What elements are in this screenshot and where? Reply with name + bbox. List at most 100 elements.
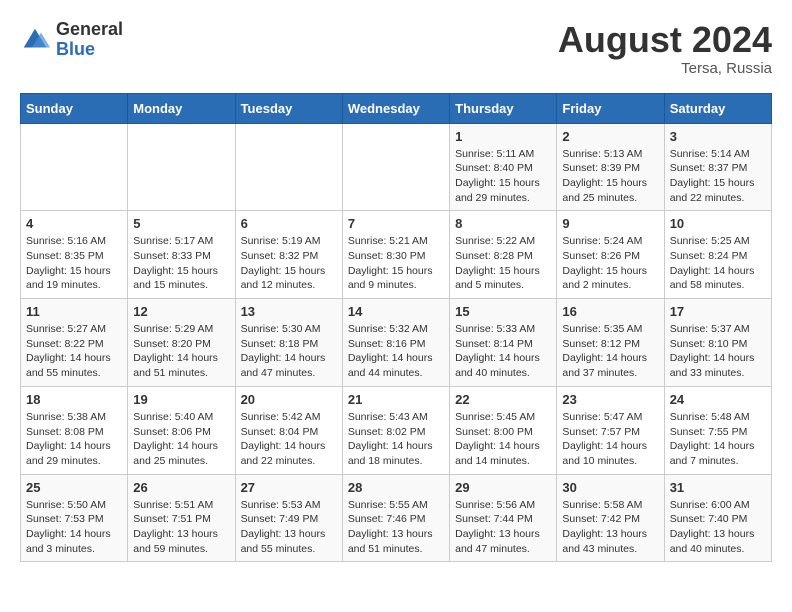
day-info: Sunrise: 5:29 AM Sunset: 8:20 PM Dayligh… [133, 322, 229, 381]
calendar-cell: 9 Sunrise: 5:24 AM Sunset: 8:26 PM Daylig… [557, 211, 664, 299]
calendar-cell [128, 123, 235, 211]
day-number: 8 [455, 216, 551, 231]
calendar-cell: 29 Sunrise: 5:56 AM Sunset: 7:44 PM Dayli… [450, 474, 557, 562]
page-header: General Blue August 2024 Tersa, Russia [20, 20, 772, 77]
day-number: 22 [455, 392, 551, 407]
day-info: Sunrise: 5:48 AM Sunset: 7:55 PM Dayligh… [670, 410, 766, 469]
calendar-cell [235, 123, 342, 211]
day-number: 6 [241, 216, 337, 231]
day-info: Sunrise: 5:56 AM Sunset: 7:44 PM Dayligh… [455, 498, 551, 557]
column-header-monday: Monday [128, 93, 235, 123]
day-info: Sunrise: 5:42 AM Sunset: 8:04 PM Dayligh… [241, 410, 337, 469]
calendar-cell: 6 Sunrise: 5:19 AM Sunset: 8:32 PM Daylig… [235, 211, 342, 299]
calendar-cell: 22 Sunrise: 5:45 AM Sunset: 8:00 PM Dayli… [450, 386, 557, 474]
calendar-cell: 14 Sunrise: 5:32 AM Sunset: 8:16 PM Dayli… [342, 299, 449, 387]
day-number: 17 [670, 304, 766, 319]
calendar-cell: 23 Sunrise: 5:47 AM Sunset: 7:57 PM Dayli… [557, 386, 664, 474]
day-number: 27 [241, 480, 337, 495]
day-number: 25 [26, 480, 122, 495]
day-number: 16 [562, 304, 658, 319]
calendar-cell: 31 Sunrise: 6:00 AM Sunset: 7:40 PM Dayli… [664, 474, 771, 562]
day-number: 30 [562, 480, 658, 495]
day-number: 31 [670, 480, 766, 495]
week-row-4: 18 Sunrise: 5:38 AM Sunset: 8:08 PM Dayli… [21, 386, 772, 474]
day-number: 2 [562, 129, 658, 144]
day-number: 23 [562, 392, 658, 407]
calendar-cell: 27 Sunrise: 5:53 AM Sunset: 7:49 PM Dayli… [235, 474, 342, 562]
day-number: 15 [455, 304, 551, 319]
week-row-1: 1Sunrise: 5:11 AM Sunset: 8:40 PM Daylig… [21, 123, 772, 211]
calendar-cell: 7 Sunrise: 5:21 AM Sunset: 8:30 PM Daylig… [342, 211, 449, 299]
logo-blue-text: Blue [56, 40, 123, 60]
day-number: 4 [26, 216, 122, 231]
calendar-cell: 17Sunrise: 5:37 AM Sunset: 8:10 PM Dayli… [664, 299, 771, 387]
calendar-cell: 8 Sunrise: 5:22 AM Sunset: 8:28 PM Daylig… [450, 211, 557, 299]
column-header-wednesday: Wednesday [342, 93, 449, 123]
header-row: SundayMondayTuesdayWednesdayThursdayFrid… [21, 93, 772, 123]
day-info: Sunrise: 5:51 AM Sunset: 7:51 PM Dayligh… [133, 498, 229, 557]
day-info: Sunrise: 5:47 AM Sunset: 7:57 PM Dayligh… [562, 410, 658, 469]
day-number: 3 [670, 129, 766, 144]
day-info: Sunrise: 5:58 AM Sunset: 7:42 PM Dayligh… [562, 498, 658, 557]
column-header-sunday: Sunday [21, 93, 128, 123]
day-info: Sunrise: 6:00 AM Sunset: 7:40 PM Dayligh… [670, 498, 766, 557]
day-info: Sunrise: 5:40 AM Sunset: 8:06 PM Dayligh… [133, 410, 229, 469]
day-info: Sunrise: 5:13 AM Sunset: 8:39 PM Dayligh… [562, 147, 658, 206]
calendar-cell: 18 Sunrise: 5:38 AM Sunset: 8:08 PM Dayli… [21, 386, 128, 474]
day-info: Sunrise: 5:35 AM Sunset: 8:12 PM Dayligh… [562, 322, 658, 381]
day-info: Sunrise: 5:53 AM Sunset: 7:49 PM Dayligh… [241, 498, 337, 557]
day-number: 9 [562, 216, 658, 231]
day-number: 20 [241, 392, 337, 407]
calendar-cell: 11 Sunrise: 5:27 AM Sunset: 8:22 PM Dayli… [21, 299, 128, 387]
calendar-cell [342, 123, 449, 211]
day-info: Sunrise: 5:50 AM Sunset: 7:53 PM Dayligh… [26, 498, 122, 557]
day-number: 13 [241, 304, 337, 319]
logo-icon [20, 25, 50, 55]
day-info: Sunrise: 5:27 AM Sunset: 8:22 PM Dayligh… [26, 322, 122, 381]
calendar-cell: 20 Sunrise: 5:42 AM Sunset: 8:04 PM Dayli… [235, 386, 342, 474]
week-row-2: 4 Sunrise: 5:16 AM Sunset: 8:35 PM Daylig… [21, 211, 772, 299]
calendar-cell: 3 Sunrise: 5:14 AM Sunset: 8:37 PM Daylig… [664, 123, 771, 211]
location: Tersa, Russia [558, 60, 772, 77]
calendar-cell: 26 Sunrise: 5:51 AM Sunset: 7:51 PM Dayli… [128, 474, 235, 562]
day-info: Sunrise: 5:22 AM Sunset: 8:28 PM Dayligh… [455, 234, 551, 293]
day-info: Sunrise: 5:21 AM Sunset: 8:30 PM Dayligh… [348, 234, 444, 293]
logo-general-text: General [56, 20, 123, 40]
day-info: Sunrise: 5:25 AM Sunset: 8:24 PM Dayligh… [670, 234, 766, 293]
day-info: Sunrise: 5:14 AM Sunset: 8:37 PM Dayligh… [670, 147, 766, 206]
day-info: Sunrise: 5:32 AM Sunset: 8:16 PM Dayligh… [348, 322, 444, 381]
calendar-cell: 30 Sunrise: 5:58 AM Sunset: 7:42 PM Dayli… [557, 474, 664, 562]
day-number: 26 [133, 480, 229, 495]
day-number: 14 [348, 304, 444, 319]
day-info: Sunrise: 5:55 AM Sunset: 7:46 PM Dayligh… [348, 498, 444, 557]
column-header-tuesday: Tuesday [235, 93, 342, 123]
day-info: Sunrise: 5:19 AM Sunset: 8:32 PM Dayligh… [241, 234, 337, 293]
day-number: 28 [348, 480, 444, 495]
week-row-3: 11 Sunrise: 5:27 AM Sunset: 8:22 PM Dayli… [21, 299, 772, 387]
day-info: Sunrise: 5:38 AM Sunset: 8:08 PM Dayligh… [26, 410, 122, 469]
day-number: 21 [348, 392, 444, 407]
title-block: August 2024 Tersa, Russia [558, 20, 772, 77]
calendar-cell: 4 Sunrise: 5:16 AM Sunset: 8:35 PM Daylig… [21, 211, 128, 299]
calendar-cell: 25 Sunrise: 5:50 AM Sunset: 7:53 PM Dayli… [21, 474, 128, 562]
calendar-cell: 15Sunrise: 5:33 AM Sunset: 8:14 PM Dayli… [450, 299, 557, 387]
day-info: Sunrise: 5:17 AM Sunset: 8:33 PM Dayligh… [133, 234, 229, 293]
calendar-cell: 12Sunrise: 5:29 AM Sunset: 8:20 PM Dayli… [128, 299, 235, 387]
day-info: Sunrise: 5:45 AM Sunset: 8:00 PM Dayligh… [455, 410, 551, 469]
calendar-cell: 10 Sunrise: 5:25 AM Sunset: 8:24 PM Dayli… [664, 211, 771, 299]
column-header-friday: Friday [557, 93, 664, 123]
calendar-cell: 2 Sunrise: 5:13 AM Sunset: 8:39 PM Daylig… [557, 123, 664, 211]
month-year: August 2024 [558, 20, 772, 60]
day-number: 10 [670, 216, 766, 231]
calendar-cell: 24Sunrise: 5:48 AM Sunset: 7:55 PM Dayli… [664, 386, 771, 474]
day-number: 11 [26, 304, 122, 319]
day-info: Sunrise: 5:43 AM Sunset: 8:02 PM Dayligh… [348, 410, 444, 469]
day-number: 7 [348, 216, 444, 231]
day-info: Sunrise: 5:24 AM Sunset: 8:26 PM Dayligh… [562, 234, 658, 293]
day-number: 18 [26, 392, 122, 407]
day-number: 29 [455, 480, 551, 495]
calendar-cell: 28 Sunrise: 5:55 AM Sunset: 7:46 PM Dayli… [342, 474, 449, 562]
calendar-cell [21, 123, 128, 211]
day-info: Sunrise: 5:16 AM Sunset: 8:35 PM Dayligh… [26, 234, 122, 293]
calendar-cell: 19Sunrise: 5:40 AM Sunset: 8:06 PM Dayli… [128, 386, 235, 474]
